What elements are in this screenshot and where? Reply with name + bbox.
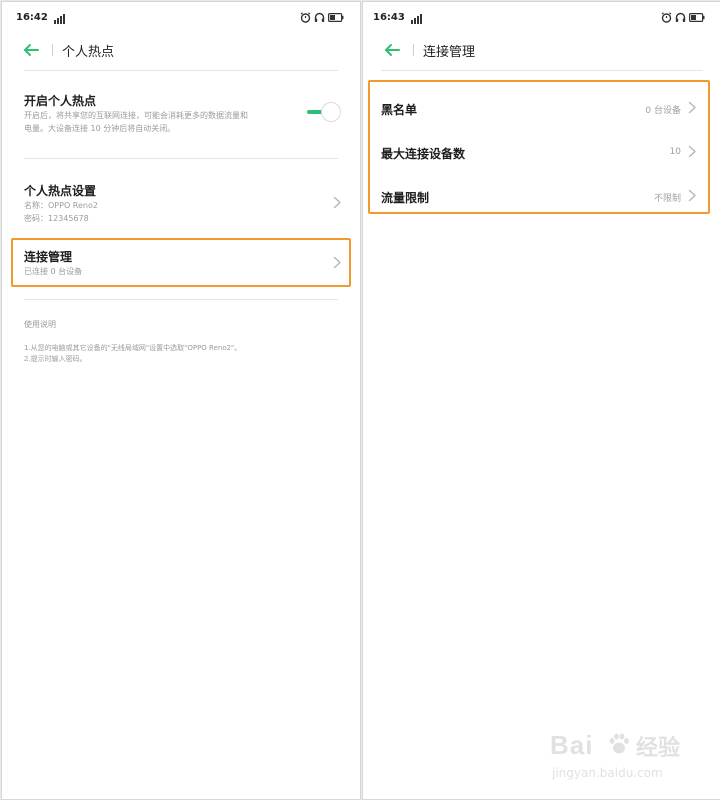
blacklist-value: 0 台设备 xyxy=(645,106,681,116)
status-icons xyxy=(661,12,705,23)
hotspot-name: 名称：OPPO Reno2 xyxy=(24,201,98,210)
chevron-right-icon xyxy=(333,256,341,269)
watermark-url: jingyan.baidu.com xyxy=(552,766,663,780)
toggle-knob xyxy=(321,102,341,122)
hotspot-password: 密码：12345678 xyxy=(24,214,89,223)
hotspot-toggle-title: 开启个人热点 xyxy=(24,94,97,108)
connection-management-subtitle: 已连接 0 台设备 xyxy=(24,267,83,276)
chevron-right-icon xyxy=(688,101,696,114)
status-bar: 16:42 xyxy=(16,12,344,28)
instructions-line-2: 2.提示时输入密码。 xyxy=(24,355,87,363)
back-arrow-icon[interactable] xyxy=(383,41,401,59)
watermark-brand: Bai xyxy=(550,730,594,760)
blacklist-label: 黑名单 xyxy=(381,103,418,117)
hotspot-toggle-description-1: 开启后，将共享您的互联网连接，可能会消耗更多的数据流量和 xyxy=(24,111,248,120)
signal-icon xyxy=(411,14,422,24)
divider xyxy=(381,70,703,71)
watermark-suffix: 经验 xyxy=(636,736,681,761)
battery-icon xyxy=(689,13,705,22)
status-time: 16:43 xyxy=(373,12,405,23)
alarm-icon xyxy=(661,12,672,23)
nav-separator xyxy=(52,44,53,56)
hotspot-screen: 16:42 个人热点 开启个人热点 开启后，将共享您的互联网连接，可能会消耗更多… xyxy=(1,1,361,800)
hotspot-settings-title: 个人热点设置 xyxy=(24,184,97,198)
max-connections-label: 最大连接设备数 xyxy=(381,147,466,161)
max-connections-value: 10 xyxy=(669,147,681,157)
status-icons xyxy=(300,12,344,23)
page-title: 连接管理 xyxy=(423,45,476,60)
data-limit-value: 不限制 xyxy=(653,194,681,204)
signal-icon xyxy=(54,14,65,24)
data-limit-label: 流量限制 xyxy=(381,191,430,205)
status-bar: 16:43 xyxy=(373,12,705,28)
alarm-icon xyxy=(300,12,311,23)
chevron-right-icon xyxy=(333,196,341,209)
instructions-title: 使用说明 xyxy=(24,320,56,329)
page-title: 个人热点 xyxy=(62,45,115,60)
divider xyxy=(24,70,338,71)
divider xyxy=(24,158,338,159)
connection-management-screen: 16:43 连接管理 黑名单 0 台设备 最大连接设备数 10 流量限制 不限制 xyxy=(362,1,720,800)
divider xyxy=(24,299,338,300)
nav-bar: 连接管理 xyxy=(383,38,701,62)
hotspot-toggle-switch[interactable] xyxy=(307,102,341,122)
connection-management-title: 连接管理 xyxy=(24,250,73,264)
chevron-right-icon xyxy=(688,145,696,158)
paw-icon xyxy=(609,733,629,754)
status-time: 16:42 xyxy=(16,12,48,23)
baidu-watermark: Bai 经验 jingyan.baidu.com xyxy=(548,722,698,792)
hotspot-toggle-description-2: 电量。大设备连接 10 分钟后将自动关闭。 xyxy=(24,124,176,133)
instructions-line-1: 1.从您的电脑或其它设备的"无线局域网"设置中选取"OPPO Reno2"。 xyxy=(24,344,242,352)
nav-separator xyxy=(413,44,414,56)
headphones-icon xyxy=(314,12,325,22)
back-arrow-icon[interactable] xyxy=(22,41,40,59)
nav-bar: 个人热点 xyxy=(22,38,340,62)
chevron-right-icon xyxy=(688,189,696,202)
battery-icon xyxy=(328,13,344,22)
headphones-icon xyxy=(675,12,686,22)
